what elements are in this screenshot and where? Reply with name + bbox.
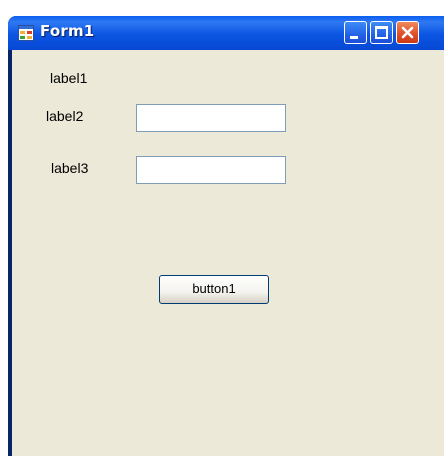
textbox1-input[interactable] xyxy=(136,104,286,132)
textbox2-input[interactable] xyxy=(136,156,286,184)
label2: label2 xyxy=(46,108,84,124)
window-title: Form1 xyxy=(40,22,95,40)
close-button[interactable] xyxy=(396,21,419,44)
minimize-icon xyxy=(350,36,358,39)
title-bar[interactable]: Form1 xyxy=(8,16,444,50)
label1: label1 xyxy=(50,70,88,86)
form-client-area: label1 label2 label3 button1 xyxy=(12,50,444,456)
form1-window: Form1 label1 label2 label3 button1 xyxy=(8,16,444,456)
maximize-button[interactable] xyxy=(370,21,393,44)
maximize-icon xyxy=(375,26,388,39)
form-app-icon[interactable] xyxy=(18,25,34,41)
minimize-button[interactable] xyxy=(344,21,367,44)
close-icon xyxy=(401,26,414,39)
label3: label3 xyxy=(51,160,89,176)
button1[interactable]: button1 xyxy=(159,275,269,304)
